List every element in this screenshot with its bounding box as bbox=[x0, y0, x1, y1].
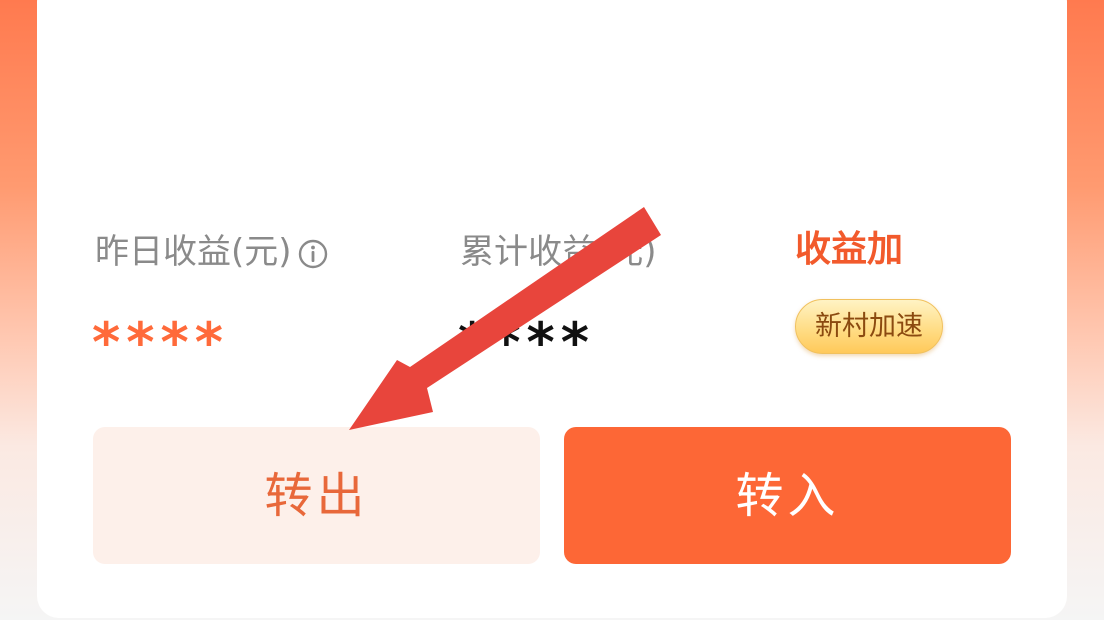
yesterday-earnings-label-text: 昨日收益(元) bbox=[95, 232, 292, 272]
total-earnings-value: **** bbox=[458, 311, 595, 374]
boost-badge[interactable]: 新村加速 bbox=[795, 299, 943, 354]
info-circle-icon[interactable] bbox=[298, 236, 328, 268]
transfer-out-button[interactable]: 转出 bbox=[93, 427, 540, 564]
balance-masked-value: **** bbox=[92, 0, 250, 26]
yesterday-earnings-label[interactable]: 昨日收益(元) bbox=[95, 230, 328, 274]
yesterday-earnings-value: **** bbox=[92, 311, 229, 374]
boost-title: 收益加 bbox=[795, 229, 904, 270]
transfer-in-button[interactable]: 转入 bbox=[564, 427, 1011, 564]
total-earnings-label: 累计收益(元) bbox=[460, 232, 657, 272]
